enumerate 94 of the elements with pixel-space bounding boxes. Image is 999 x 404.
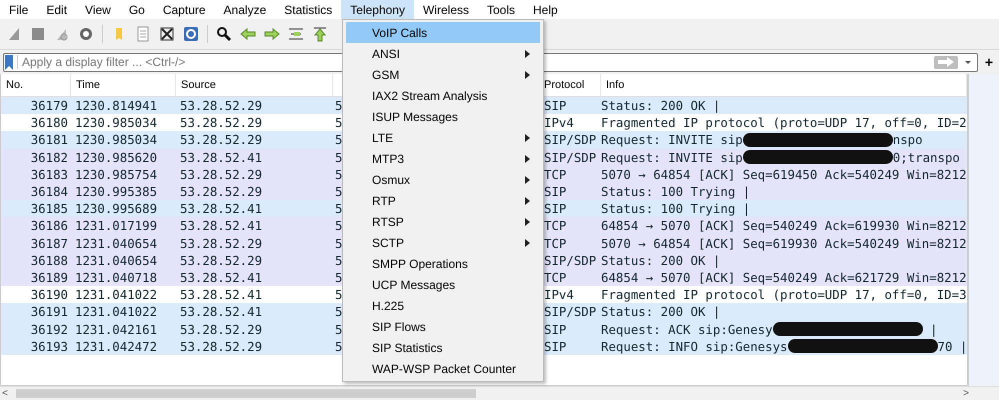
table-cell-text: 53.28.52.29 [179, 98, 264, 114]
table-cell-text: TCP [543, 236, 568, 251]
table-cell-text: 1231.041022 [74, 287, 158, 302]
table-cell: Request: INVITE sip [601, 132, 743, 148]
table-cell-text: 36184 [30, 184, 69, 200]
table-cell-text: 53.28.52.41 [179, 287, 264, 302]
table-cell: 5 [335, 338, 342, 354]
table-cell-text: 1230.985754 [74, 166, 158, 182]
table-cell: Request: INVITE sip [601, 150, 743, 165]
table-cell-text: 36190 [30, 287, 69, 302]
table-cell-text: 53.28.52.29 [179, 322, 264, 337]
table-cell: 5 [335, 304, 342, 320]
table-cell-text: 53.28.52.41 [179, 150, 264, 165]
table-cell-text: 1231.042161 [74, 322, 158, 337]
table-cell-text: 53.28.52.29 [179, 236, 264, 251]
table-cell-text: 1231.040718 [74, 270, 158, 285]
table-cell: 70 | [938, 338, 967, 354]
table-cell-text: 53.28.52.29 [179, 184, 264, 200]
table-cell: 5 [335, 166, 342, 182]
table-cell: Status: 200 OK | [601, 252, 720, 268]
table-cell-text: 36182 [30, 150, 69, 165]
table-cell-text: 36189 [30, 270, 69, 285]
table-cell-text: 36192 [30, 322, 69, 337]
table-cell: Status: 100 Trying | [601, 201, 750, 216]
table-cell-text: 36188 [30, 252, 69, 268]
table-cell: 5 [335, 287, 342, 302]
table-cell: 5 [335, 115, 342, 130]
table-cell-text: 1230.814941 [74, 98, 158, 114]
table-cell: 5070 → 64854 [ACK] Seq=619930 Ack=540249 Win=8212 [601, 236, 967, 251]
table-cell-text: 36186 [30, 218, 69, 234]
table-cell: Status: 100 Trying | [601, 184, 750, 200]
table-cell-text: 1230.995385 [74, 184, 158, 200]
table-cell-text: 1230.985620 [74, 150, 158, 165]
table-cell-text: SIP/SDP [543, 132, 598, 148]
table-cell: Request: ACK sip:Genesy [601, 322, 773, 337]
table-cell-text: 53.28.52.41 [179, 218, 264, 234]
table-cell: 5070 → 64854 [ACK] Seq=619450 Ack=540249 Win=8212 [601, 166, 967, 182]
table-cell: 5 [335, 201, 342, 216]
table-cell: Status: 200 OK | [601, 304, 720, 320]
table-cell-text: 36179 [30, 98, 69, 114]
table-cell-text: SIP [543, 98, 568, 114]
table-cell: 5 [335, 98, 342, 114]
table-cell-text: | [929, 322, 938, 337]
table-cell-text: TCP [543, 166, 568, 182]
table-cell-text: 1231.040654 [74, 236, 158, 251]
table-cell-text: 1230.985034 [74, 132, 158, 148]
table-cell-text: 36187 [30, 236, 69, 251]
table-cell: 5 [335, 236, 342, 251]
table-cell-text: 53.28.52.41 [179, 270, 264, 285]
table-cell-text: 53.28.52.29 [179, 132, 264, 148]
table-cell-text: 53.28.52.29 [179, 166, 264, 182]
table-cell-text: SIP/SDP [543, 304, 598, 320]
table-cell: Fragmented IP protocol (proto=UDP 17, off=0, ID=2 [601, 115, 967, 130]
table-cell-text: IPv4 [543, 115, 575, 130]
table-cell: Request: INFO sip:Genesys [601, 338, 788, 354]
table-cell-text: SIP/SDP [543, 150, 598, 165]
table-cell: 5 [335, 270, 342, 285]
table-cell-text: SIP [543, 184, 568, 200]
table-cell-text: SIP [543, 322, 568, 337]
table-cell-text: 1231.041022 [74, 304, 158, 320]
table-cell-text: 36183 [30, 166, 69, 182]
table-cell: Fragmented IP protocol (proto=UDP 17, off=0, ID=3 [601, 287, 967, 302]
table-cell-text: TCP [543, 270, 568, 285]
table-cell-text: TCP [543, 218, 568, 234]
table-cell-text: 36181 [30, 132, 69, 148]
table-cell-text: 36193 [30, 338, 69, 354]
table-cell: 0;transpo [892, 150, 960, 165]
table-cell-text: 36185 [30, 201, 69, 216]
table-cell: 5 [335, 322, 342, 337]
table-cell: nspo [892, 132, 923, 148]
table-cell-text: 1231.017199 [74, 218, 158, 234]
table-cell-text: 1230.985034 [74, 115, 158, 130]
table-cell: 5 [335, 218, 342, 234]
table-cell-text: SIP [543, 338, 568, 354]
table-cell: 5 [335, 132, 342, 148]
table-cell-text: SIP [543, 201, 568, 216]
table-cell: 5 [335, 150, 342, 165]
table-cell: 64854 → 5070 [ACK] Seq=540249 Ack=621729 Win=8212 [601, 270, 967, 285]
table-cell-text: IPv4 [543, 287, 575, 302]
table-cell: 5 [335, 184, 342, 200]
table-cell-text: 36191 [30, 304, 69, 320]
table-cell-text: 53.28.52.41 [179, 201, 264, 216]
table-cell: Status: 200 OK | [601, 98, 720, 114]
table-cell-text: 1230.995689 [74, 201, 158, 216]
table-cell-text: 1231.042472 [74, 338, 158, 354]
table-cell-text: 53.28.52.41 [179, 304, 264, 320]
table-cell-text: 36180 [30, 115, 69, 130]
table-cell-text: SIP/SDP [543, 252, 598, 268]
table-cell-text: 53.28.52.29 [179, 338, 264, 354]
table-cell-text: 1231.040654 [74, 252, 158, 268]
table-cell-text: 53.28.52.29 [179, 252, 264, 268]
table-cell-text: 53.28.52.29 [179, 115, 264, 130]
table-cell: 64854 → 5070 [ACK] Seq=540249 Ack=619930 Win=8212 [601, 218, 967, 234]
table-cell: 5 [335, 252, 342, 268]
